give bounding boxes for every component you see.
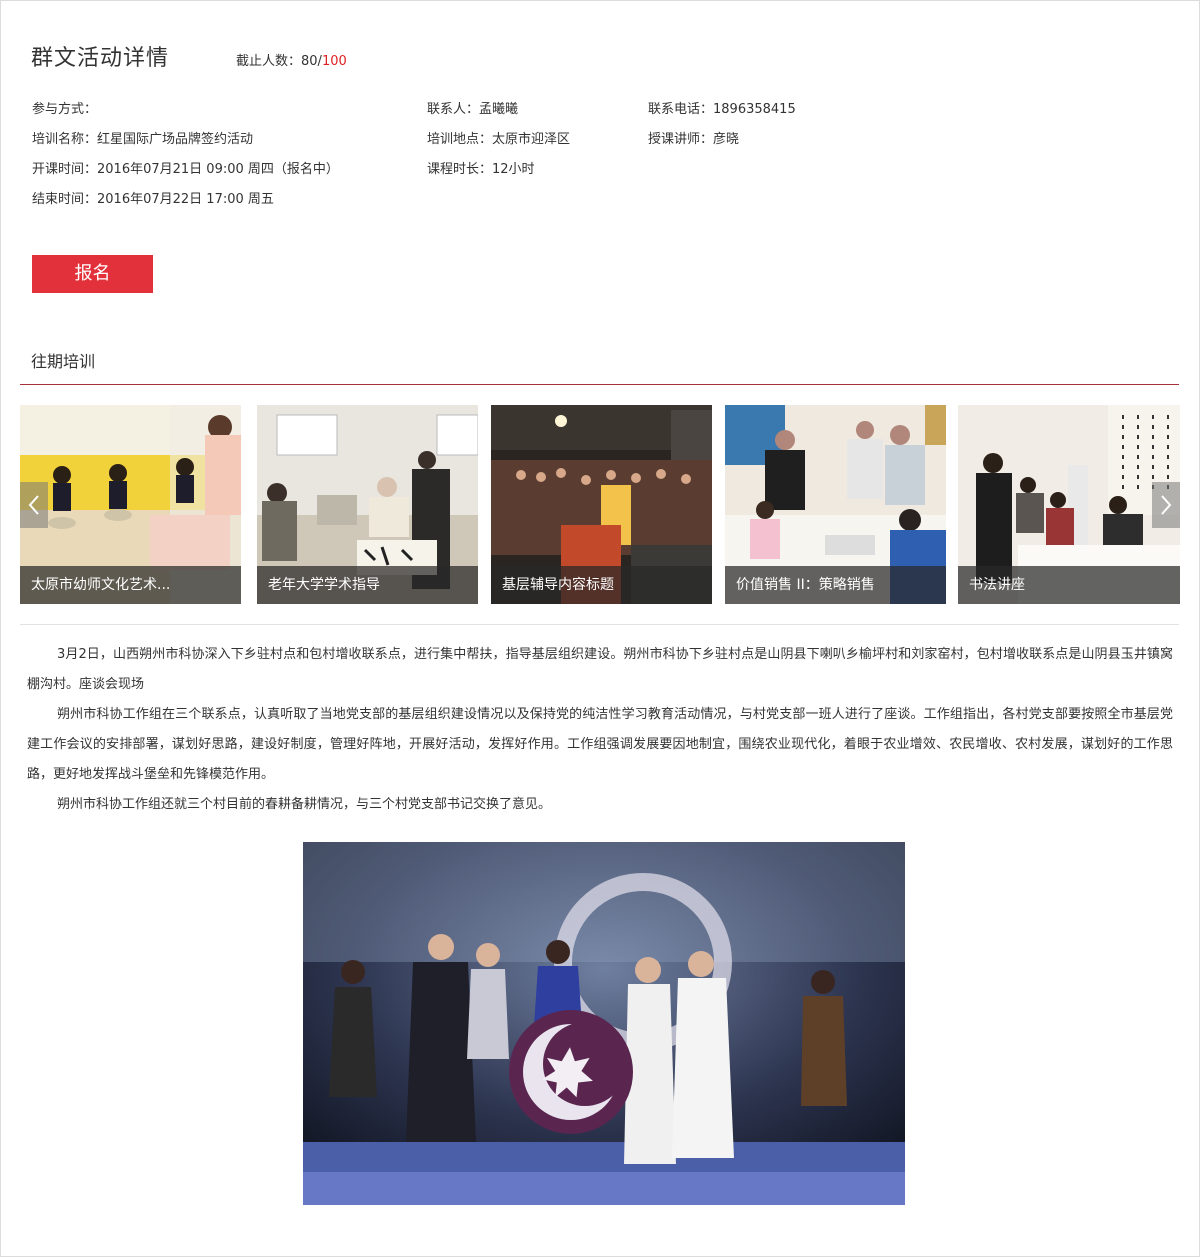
past-training-caption: 基层辅导内容标题 <box>491 566 712 604</box>
past-training-caption: 价值销售 II：策略销售 <box>725 566 946 604</box>
ceremony-photo <box>303 842 905 1205</box>
article-paragraph: 朔州市科协工作组还就三个村目前的春耕备耕情况，与三个村党支部书记交换了意见。 <box>57 797 552 812</box>
past-training-card[interactable]: 价值销售 II：策略销售 <box>725 405 946 604</box>
past-training-caption: 太原市幼师文化艺术... <box>20 566 241 604</box>
article-image <box>303 842 905 1205</box>
past-training-title: 往期培训 <box>31 352 96 371</box>
contact-person: 联系人：孟曦曦 <box>427 102 519 117</box>
chevron-right-icon <box>1161 495 1172 515</box>
quota-label: 截止人数： <box>236 54 302 69</box>
past-training-carousel: 太原市幼师文化艺术... 老年大学学术指导 基层辅导内容标题 价值销售 II：策… <box>20 405 1180 605</box>
course-duration: 课程时长：12小时 <box>427 162 535 177</box>
section-rule <box>20 384 1179 385</box>
carousel-next-button[interactable] <box>1152 482 1180 528</box>
past-training-caption: 老年大学学术指导 <box>257 566 478 604</box>
training-location: 培训地点：太原市迎泽区 <box>427 132 571 147</box>
chevron-left-icon <box>28 495 39 515</box>
contact-phone: 联系电话：1896358415 <box>648 102 796 117</box>
participation-method: 参与方式： <box>32 102 98 117</box>
article-paragraph: 3月2日，山西朔州市科协深入下乡驻村点和包村增收联系点，进行集中帮扶，指导基层组… <box>27 647 1173 692</box>
signup-button[interactable]: 报名 <box>32 255 153 293</box>
content-divider <box>20 624 1179 625</box>
past-training-card[interactable]: 基层辅导内容标题 <box>491 405 712 604</box>
past-training-card[interactable]: 书法讲座 <box>958 405 1180 604</box>
quota-max: 100 <box>321 54 347 69</box>
past-training-card[interactable]: 老年大学学术指导 <box>257 405 478 604</box>
training-name: 培训名称：红星国际广场品牌签约活动 <box>32 132 254 147</box>
quota-current: 80/ <box>301 54 322 69</box>
quota-counter: 截止人数：80/100 <box>236 50 347 69</box>
article-paragraph: 朔州市科协工作组在三个联系点，认真听取了当地党支部的基层组织建设情况以及保持党的… <box>27 707 1173 782</box>
past-training-caption: 书法讲座 <box>958 566 1180 604</box>
end-time: 结束时间：2016年07月22日 17:00 周五 <box>32 192 274 207</box>
past-training-card[interactable]: 太原市幼师文化艺术... <box>20 405 241 604</box>
lecturer: 授课讲师：彦晓 <box>648 132 740 147</box>
start-time: 开课时间：2016年07月21日 09:00 周四（报名中） <box>32 162 339 177</box>
article-body: 3月2日，山西朔州市科协深入下乡驻村点和包村增收联系点，进行集中帮扶，指导基层组… <box>27 640 1173 820</box>
carousel-prev-button[interactable] <box>20 482 48 528</box>
page-title: 群文活动详情 <box>31 46 170 71</box>
